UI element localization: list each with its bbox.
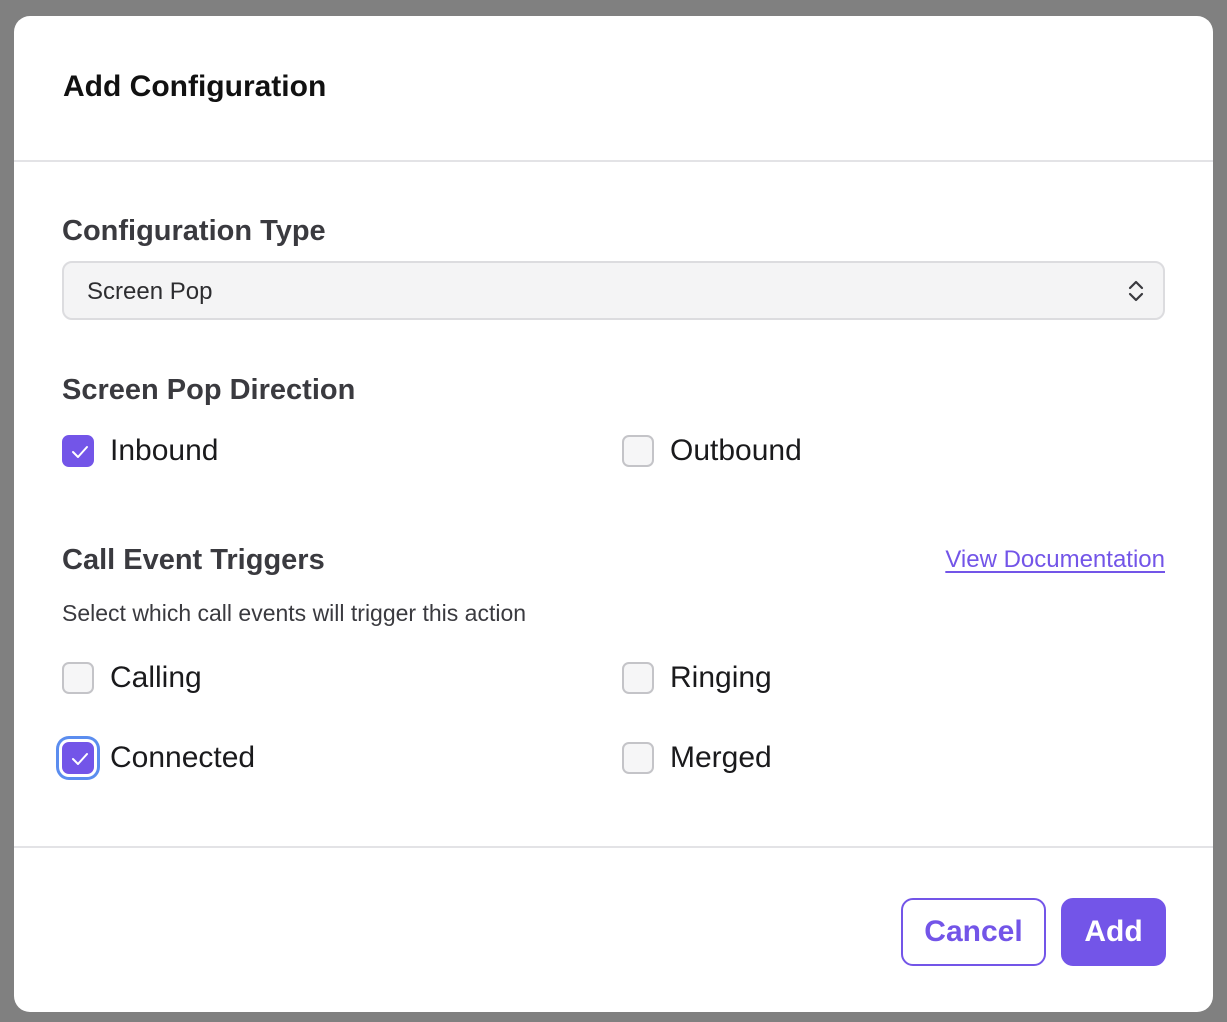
configuration-type-select[interactable]: Screen Pop xyxy=(62,261,1165,320)
inbound-checkbox-row[interactable]: Inbound xyxy=(62,434,462,468)
add-configuration-dialog: Add Configuration Configuration Type Scr… xyxy=(14,16,1213,1012)
merged-label: Merged xyxy=(670,741,772,774)
inbound-checkbox[interactable] xyxy=(62,435,94,467)
call-event-triggers-label: Call Event Triggers xyxy=(62,544,325,576)
inbound-label: Inbound xyxy=(110,434,219,467)
chevron-up-down-icon xyxy=(1127,278,1145,304)
outbound-label: Outbound xyxy=(670,434,802,467)
outbound-checkbox-row[interactable]: Outbound xyxy=(622,434,1022,468)
add-button[interactable]: Add xyxy=(1061,898,1166,966)
dialog-header: Add Configuration xyxy=(14,16,1213,162)
cancel-button[interactable]: Cancel xyxy=(901,898,1046,966)
checkmark-icon xyxy=(72,753,88,765)
connected-checkbox[interactable] xyxy=(62,742,94,774)
ringing-checkbox[interactable] xyxy=(622,662,654,694)
dialog-title: Add Configuration xyxy=(63,70,327,103)
ringing-label: Ringing xyxy=(670,661,772,694)
screen-pop-direction-label: Screen Pop Direction xyxy=(62,374,356,406)
merged-checkbox[interactable] xyxy=(622,742,654,774)
triggers-helper-text: Select which call events will trigger th… xyxy=(62,600,527,626)
calling-checkbox[interactable] xyxy=(62,662,94,694)
calling-checkbox-row[interactable]: Calling xyxy=(62,661,462,695)
ringing-checkbox-row[interactable]: Ringing xyxy=(622,661,1022,695)
checkmark-icon xyxy=(72,446,88,458)
configuration-type-value: Screen Pop xyxy=(87,278,213,305)
outbound-checkbox[interactable] xyxy=(622,435,654,467)
calling-label: Calling xyxy=(110,661,202,694)
connected-checkbox-row[interactable]: Connected xyxy=(62,741,462,775)
merged-checkbox-row[interactable]: Merged xyxy=(622,741,1022,775)
configuration-type-label: Configuration Type xyxy=(62,215,326,247)
connected-label: Connected xyxy=(110,741,256,774)
dialog-footer: Cancel Add xyxy=(14,846,1213,1012)
view-documentation-link[interactable]: View Documentation xyxy=(945,546,1165,574)
